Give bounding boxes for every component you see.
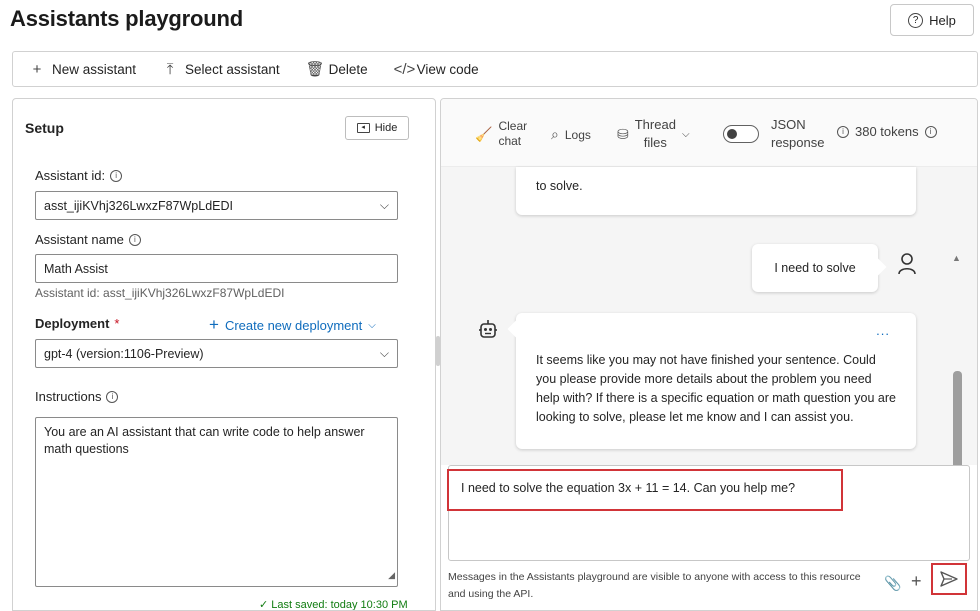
json-response-toggle[interactable]: JSON response (723, 116, 824, 152)
create-deployment-link[interactable]: + Create new deployment ⌵ (209, 315, 376, 335)
deployment-label-text: Deployment (35, 316, 110, 331)
plus-icon: + (32, 60, 42, 78)
select-assistant-label: Select assistant (185, 61, 280, 77)
privacy-disclaimer: Messages in the Assistants playground ar… (448, 571, 861, 600)
instructions-label: Instructions i (35, 389, 119, 404)
info-icon[interactable]: i (128, 233, 141, 246)
send-button[interactable] (931, 563, 967, 595)
chat-history: to solve. I need to solve ... It seems l… (441, 167, 977, 525)
info-icon[interactable]: i (106, 390, 119, 403)
assistant-id-label: Assistant id: i (35, 168, 123, 183)
assistant-id-value: asst_ijiKVhj326LwxzF87WpLdEDI (44, 198, 233, 213)
scroll-up-icon[interactable]: ▲ (952, 253, 961, 263)
assistant-name-input[interactable]: Math Assist (35, 254, 398, 283)
user-message: I need to solve (752, 244, 878, 292)
view-code-label: View code (416, 61, 479, 77)
assistant-name-label-text: Assistant name (35, 232, 124, 247)
assistant-name-label: Assistant name i (35, 232, 141, 247)
assistant-name-value: Math Assist (44, 261, 108, 276)
chevron-down-icon: ⌵ (379, 346, 389, 360)
token-count: i 380 tokens i (837, 124, 937, 139)
toggle-switch[interactable] (723, 125, 759, 143)
scroll-up-icon[interactable]: ▲ (435, 117, 436, 126)
select-assistant-button[interactable]: ⤒ Select assistant (162, 61, 280, 78)
instructions-label-text: Instructions (35, 389, 102, 404)
assistant-message-previous: to solve. (516, 167, 916, 215)
bot-avatar-icon (479, 320, 497, 338)
tokens-label: 380 tokens (855, 124, 919, 139)
code-icon: </> (393, 60, 416, 78)
attach-icon[interactable]: 📎 (884, 575, 901, 592)
thread-files-button[interactable]: ⛁ Thread files ⌵ (617, 116, 690, 152)
broom-icon: 🧹 (475, 125, 493, 142)
assistant-id-note: Assistant id: asst_ijiKVhj326LwxzF87WpLd… (35, 286, 285, 300)
new-assistant-label: New assistant (52, 61, 137, 77)
info-icon[interactable]: i (110, 169, 123, 182)
new-assistant-button[interactable]: + New assistant (29, 61, 136, 78)
plus-icon: + (209, 315, 219, 334)
instructions-textarea[interactable]: You are an AI assistant that can write c… (35, 417, 398, 587)
previous-message-text: to solve. (536, 179, 583, 193)
page-title: Assistants playground (10, 6, 243, 31)
clear-chat-label-2: chat (498, 134, 522, 148)
deployment-select[interactable]: gpt-4 (version:1106-Preview) ⌵ (35, 339, 398, 368)
hide-setup-button[interactable]: ◂ Hide (345, 116, 409, 140)
delete-button[interactable]: 🗑 Delete (306, 60, 368, 78)
question-icon: ? (908, 12, 924, 28)
upload-arrow-icon: ⤒ (166, 60, 174, 78)
delete-label: Delete (328, 61, 368, 77)
json-label-2: response (771, 135, 825, 150)
assistant-id-select[interactable]: asst_ijiKVhj326LwxzF87WpLdEDI ⌵ (35, 191, 398, 220)
help-button[interactable]: ? Help (890, 4, 974, 36)
required-marker: * (114, 316, 120, 331)
chevron-down-icon: ⌵ (368, 319, 376, 331)
create-deployment-label: Create new deployment (224, 317, 363, 333)
more-options-icon[interactable]: ... (876, 321, 890, 340)
chevron-down-icon: ⌵ (379, 198, 389, 212)
view-code-button[interactable]: </> View code (394, 61, 479, 78)
assistant-message-text: It seems like you may not have finished … (536, 353, 896, 424)
json-label-1: JSON (771, 117, 806, 132)
trash-icon: 🗑 (305, 61, 325, 78)
last-saved-status: ✓ Last saved: today 10:30 PM (259, 599, 408, 611)
user-message-text: I need to solve (774, 260, 856, 275)
clear-chat-button[interactable]: 🧹 Clear chat (475, 119, 527, 149)
hide-label: Hide (374, 122, 398, 134)
chevron-down-icon: ⌵ (681, 128, 690, 140)
thread-files-label-1: Thread (634, 117, 676, 132)
deployment-value: gpt-4 (version:1106-Preview) (44, 346, 204, 361)
setup-title: Setup (25, 120, 64, 136)
scroll-down-icon[interactable]: ▼ (435, 599, 436, 608)
logs-label: Logs (564, 127, 591, 142)
info-icon[interactable]: i (837, 125, 849, 138)
add-icon[interactable]: + (911, 571, 922, 592)
chat-toolbar: 🧹 Clear chat ⌕ Logs ⛁ Thread files ⌵ JSO… (441, 99, 977, 167)
send-icon (940, 571, 958, 587)
assistant-message: ... It seems like you may not have finis… (516, 313, 916, 449)
user-avatar-icon (898, 253, 916, 275)
logs-button[interactable]: ⌕ Logs (551, 126, 591, 143)
thread-files-label-2: files (643, 135, 667, 150)
chat-panel: 🧹 Clear chat ⌕ Logs ⛁ Thread files ⌵ JSO… (440, 98, 978, 611)
message-input-value: I need to solve the equation 3x + 11 = 1… (461, 481, 796, 495)
instructions-value: You are an AI assistant that can write c… (44, 425, 365, 456)
search-icon: ⌕ (551, 126, 559, 142)
info-icon[interactable]: i (924, 125, 937, 138)
main-toolbar: + New assistant ⤒ Select assistant 🗑 Del… (12, 51, 978, 87)
setup-panel: Setup ◂ Hide Assistant id: i asst_ijiKVh… (12, 98, 436, 611)
panel-collapse-icon: ◂ (356, 123, 370, 133)
deployment-label: Deployment * (35, 316, 119, 331)
resize-grip-icon[interactable]: ◢ (388, 567, 395, 584)
help-label: Help (929, 12, 956, 28)
database-icon: ⛁ (617, 125, 629, 142)
assistant-id-label-text: Assistant id: (35, 168, 106, 183)
clear-chat-label-1: Clear (498, 119, 528, 133)
